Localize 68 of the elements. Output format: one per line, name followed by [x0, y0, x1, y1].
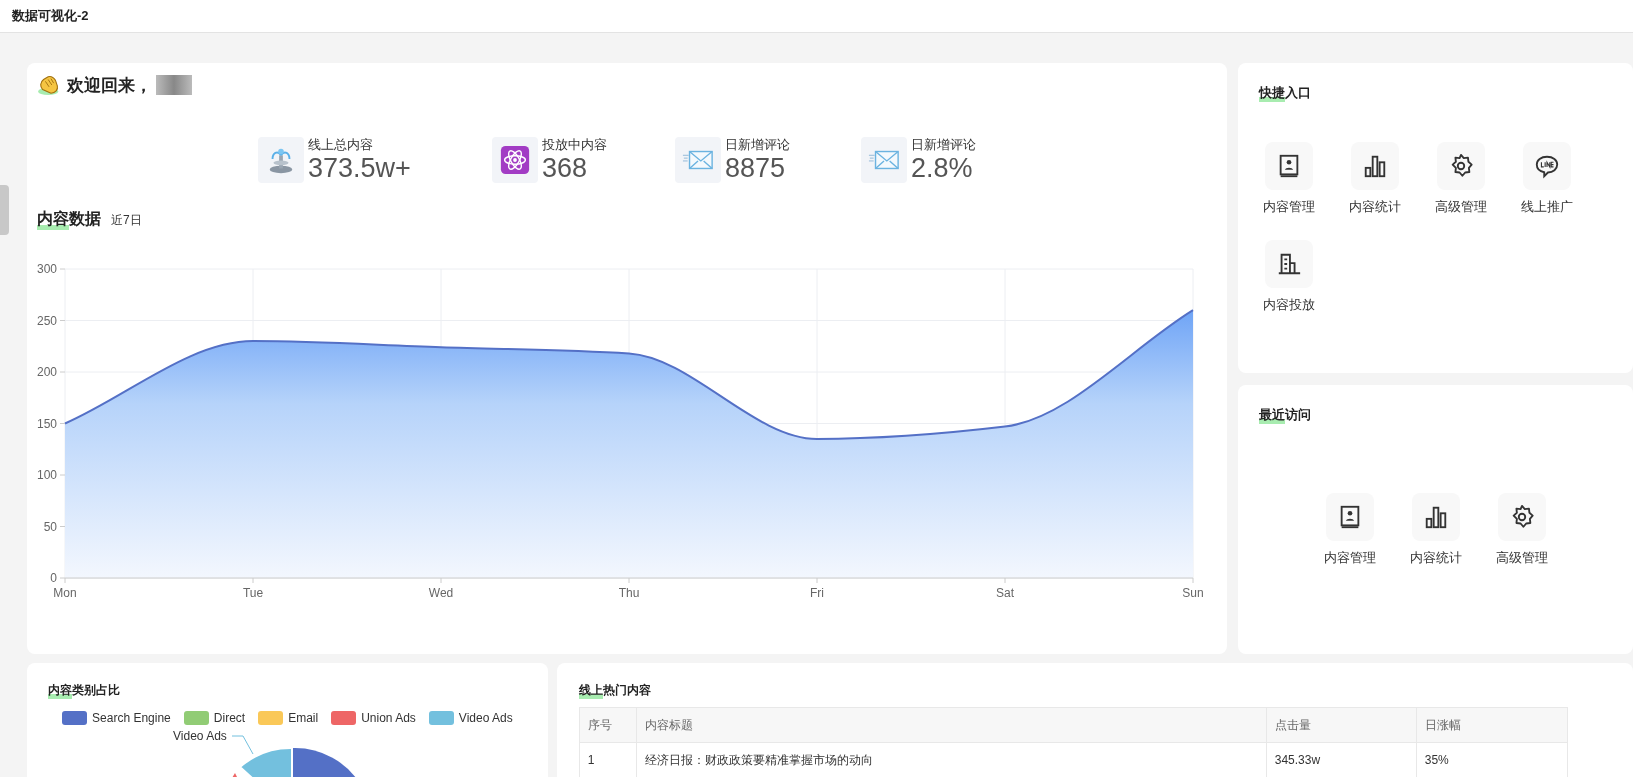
stat-value: 368 [542, 153, 589, 183]
building-icon [1276, 251, 1302, 277]
legend-label[interactable]: Search Engine [92, 711, 171, 725]
x-tick-label: Thu [618, 586, 640, 600]
card-title: 快捷入口 [1259, 84, 1311, 102]
card-title: 最近访问 [1259, 406, 1311, 424]
stat-value: 8875 [725, 153, 787, 183]
column-header: 序号 [579, 707, 637, 743]
stat-label: 投放中内容 [542, 137, 607, 153]
shortcut-label[interactable]: 内容统计 [1409, 549, 1462, 567]
legend-swatch[interactable] [428, 711, 454, 725]
shortcut-label[interactable]: 高级管理 [1495, 549, 1548, 567]
column-header: 日涨幅 [1416, 707, 1568, 743]
section-subtitle: 近7日 [111, 212, 142, 229]
card-title: 线上热门内容 [578, 682, 651, 699]
x-tick-label: Sun [1182, 586, 1204, 600]
page-title: 数据可视化-2 [12, 7, 89, 25]
shortcut-label[interactable]: 内容管理 [1263, 198, 1315, 216]
collapse-handle[interactable] [0, 185, 9, 235]
legend-label[interactable]: Video Ads [458, 711, 513, 725]
shortcut-label[interactable]: 内容投放 [1263, 296, 1315, 314]
column-header: 点击量 [1266, 707, 1417, 743]
shortcut-label[interactable]: 高级管理 [1435, 198, 1487, 216]
column-header: 内容标题 [636, 707, 1267, 743]
y-tick-label: 200 [36, 365, 57, 379]
x-tick-label: Fri [810, 586, 824, 600]
table-cell: 1 [579, 742, 637, 777]
stat-label: 日新增评论 [911, 137, 976, 153]
shortcut-label[interactable]: 内容管理 [1323, 549, 1376, 567]
y-tick-label: 250 [36, 313, 57, 328]
shortcut-tile[interactable] [1351, 142, 1399, 190]
stat-label: 日新增评论 [725, 137, 790, 153]
y-tick-label: 150 [36, 416, 57, 431]
y-tick-label: 50 [43, 519, 57, 534]
shortcut-tile[interactable] [1497, 493, 1546, 541]
welcome-text: 欢迎回来， [67, 74, 152, 97]
bar-chart-icon [1362, 153, 1388, 179]
shortcut-tile[interactable] [1437, 142, 1485, 190]
blurred-name-placeholder [156, 75, 192, 95]
legend-label[interactable]: Union Ads [361, 711, 416, 725]
shortcut-tile[interactable] [1325, 493, 1374, 541]
shortcut-label[interactable]: 内容统计 [1349, 198, 1401, 216]
slice-label: Video Ads [173, 729, 227, 743]
shortcut-label[interactable]: 线上推广 [1521, 198, 1573, 216]
atom-icon [499, 144, 531, 176]
shortcut-tile[interactable] [1265, 142, 1313, 190]
legend-swatch[interactable] [62, 711, 88, 725]
legend-swatch[interactable] [258, 711, 284, 725]
stat-label: 线上总内容 [308, 137, 374, 153]
y-tick-label: 300 [36, 262, 57, 276]
x-tick-label: Tue [242, 586, 264, 600]
shortcut-tile[interactable] [1265, 240, 1313, 288]
chat-bubble-icon [1534, 153, 1560, 179]
card-title: 内容类别占比 [48, 682, 120, 699]
stat-value: 2.8% [911, 153, 974, 183]
legend-label[interactable]: Email [288, 711, 319, 725]
legend-label[interactable]: Direct [213, 711, 246, 725]
x-tick-label: Wed [428, 586, 454, 600]
legend-swatch[interactable] [331, 711, 357, 725]
legend-swatch[interactable] [183, 711, 209, 725]
shortcut-tile[interactable] [1523, 142, 1571, 190]
shortcut-tile[interactable] [1411, 493, 1460, 541]
y-tick-label: 100 [36, 468, 57, 482]
x-tick-label: Sat [996, 586, 1014, 600]
x-tick-label: Mon [53, 586, 77, 600]
y-tick-label: 0 [50, 571, 57, 585]
stat-value: 373.5w+ [308, 153, 411, 183]
section-title: 内容数据 [37, 209, 101, 230]
